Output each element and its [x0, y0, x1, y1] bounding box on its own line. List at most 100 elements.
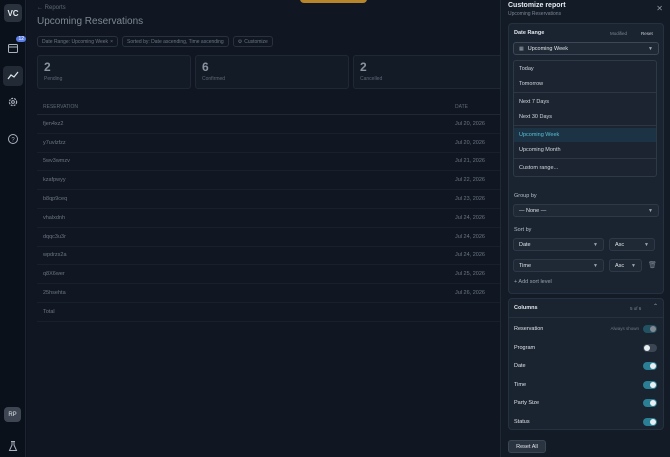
gear-icon — [8, 97, 18, 107]
column-toggle-switch[interactable] — [643, 380, 657, 389]
column-header-reservation[interactable]: Reservation — [37, 104, 455, 110]
customize-report-panel: Customize report Upcoming Reservations ✕… — [500, 0, 670, 457]
sort-field-select-1[interactable]: Date ▼ — [513, 238, 604, 251]
stats-row: 2 Pending 6 Confirmed 2 Cancelled — [37, 55, 507, 89]
table-row[interactable]: wpdrzs2a Jul 24, 2026 — [37, 247, 507, 266]
stat-value: 2 — [44, 60, 51, 74]
reset-all-button[interactable]: Reset All — [508, 440, 546, 453]
reservation-id-cell: dqqc3u3r — [43, 233, 66, 240]
customize-button[interactable]: ⚙ Customize — [232, 36, 273, 47]
select-value: Date — [519, 241, 531, 248]
stat-value: 6 — [202, 60, 209, 74]
close-icon[interactable]: ✕ — [656, 4, 663, 13]
sorted-by-chip[interactable]: Sorted by: Date ascending, Time ascendin… — [121, 36, 229, 47]
settings-nav-button[interactable] — [3, 92, 23, 112]
reservations-nav-button[interactable]: 12 — [3, 36, 26, 58]
reservation-id-cell: y7uvlzfzz — [43, 139, 66, 146]
table-row[interactable]: 25hsehta Jul 26, 2026 — [37, 284, 507, 303]
columns-count: 5 of 6 — [630, 306, 642, 311]
column-toggle-row: Reservation Always shown — [509, 320, 663, 338]
stat-label: Confirmed — [202, 76, 226, 82]
reports-nav-button[interactable] — [3, 66, 23, 86]
column-toggle-row: Time — [509, 376, 663, 394]
reservation-id-cell: b8qp9ceq — [43, 196, 68, 203]
reservation-id-cell: fjen4xz2 — [43, 120, 64, 127]
option-custom-range[interactable]: Custom range... — [514, 161, 656, 175]
stat-label: Cancelled — [360, 76, 383, 82]
table-header: Reservation Date — [37, 100, 507, 115]
chevron-down-icon: ▼ — [631, 263, 636, 269]
table-row[interactable]: fjen4xz2 Jul 20, 2026 — [37, 115, 507, 134]
help-nav-button[interactable]: ? — [3, 129, 23, 149]
reservation-id-cell: 25hsehta — [43, 290, 66, 297]
dropdown-divider — [514, 92, 656, 93]
group-by-select[interactable]: — None — ▼ — [513, 204, 659, 217]
sort-order-select-2[interactable]: Asc ▼ — [609, 259, 642, 272]
chevron-down-icon: ▼ — [648, 46, 653, 52]
table-row[interactable]: 5wv3wmzv Jul 21, 2026 — [37, 153, 507, 172]
total-label: Total — [43, 308, 55, 315]
date-range-chip[interactable]: Date Range: Upcoming Week × — [37, 36, 118, 47]
option-upcoming-week[interactable]: Upcoming Week — [514, 128, 656, 142]
date-range-select[interactable]: ▦ Upcoming Week ▼ — [513, 42, 659, 55]
reservation-id-cell: wpdrzs2a — [43, 252, 67, 259]
columns-box: Columns 5 of 6 ⌃ Reservation Always shown… — [508, 298, 664, 430]
add-sort-level-button[interactable]: + Add sort level — [514, 279, 552, 285]
left-rail: VC 12 ? RP — [0, 0, 26, 457]
table-row[interactable]: y7uvlzfzz Jul 20, 2026 — [37, 134, 507, 153]
column-name: Program — [514, 344, 536, 351]
date-range-reset-link[interactable]: Reset — [641, 31, 653, 36]
column-toggle-switch[interactable] — [643, 343, 657, 352]
dropdown-divider — [514, 125, 656, 126]
table-row[interactable]: vhalxdnh Jul 24, 2026 — [37, 209, 507, 228]
reservation-id-cell: vhalxdnh — [43, 214, 66, 221]
table-row[interactable]: q8X6wer Jul 25, 2026 — [37, 265, 507, 285]
calendar-icon: ▦ — [519, 45, 524, 52]
option-today[interactable]: Today — [514, 62, 656, 76]
chevron-down-icon: ▼ — [648, 208, 653, 214]
chevron-up-icon[interactable]: ⌃ — [653, 303, 658, 310]
select-value: Time — [519, 262, 532, 269]
date-range-title: Date Range — [514, 30, 545, 36]
column-toggle-row: Party Size — [509, 394, 663, 412]
option-next-30-days[interactable]: Next 30 Days — [514, 110, 656, 124]
flask-icon — [8, 441, 18, 451]
column-toggle-switch[interactable] — [643, 399, 657, 407]
chevron-down-icon: ▼ — [593, 263, 598, 269]
sort-order-select-1[interactable]: Asc ▼ — [609, 238, 655, 251]
theme-nav-button[interactable] — [3, 436, 23, 456]
dropdown-divider — [514, 158, 656, 159]
table-row[interactable]: b8qp9ceq Jul 23, 2026 — [37, 190, 507, 209]
option-next-7-days[interactable]: Next 7 Days — [514, 95, 656, 109]
app-root: VC 12 ? RP ← Reports Upcoming Reservatio… — [0, 0, 670, 457]
column-toggle-row: Date — [509, 357, 663, 375]
column-toggle-row: Status — [509, 413, 663, 431]
stat-value: 2 — [360, 60, 367, 74]
column-name: Party Size — [514, 400, 540, 406]
page-title: Upcoming Reservations — [37, 16, 144, 27]
chevron-down-icon: ▼ — [644, 242, 649, 248]
table-row[interactable]: dqqc3u3r Jul 24, 2026 — [37, 228, 507, 247]
user-avatar[interactable]: RP — [4, 407, 21, 422]
option-upcoming-month[interactable]: Upcoming Month — [514, 143, 656, 157]
chevron-down-icon: ▼ — [593, 242, 598, 248]
column-toggle-row: Program — [509, 339, 663, 357]
column-toggle-switch[interactable] — [643, 417, 657, 426]
column-name: Reservation — [514, 326, 544, 332]
trash-icon[interactable]: 🗑 — [648, 261, 657, 269]
option-tomorrow[interactable]: Tomorrow — [514, 77, 656, 91]
breadcrumb[interactable]: ← Reports — [37, 5, 66, 11]
group-by-label: Group by — [514, 193, 537, 199]
select-value: Asc — [615, 241, 625, 248]
chart-line-icon — [7, 71, 19, 80]
filter-row: Date Range: Upcoming Week × Sorted by: Da… — [37, 36, 273, 47]
column-toggle-switch[interactable] — [643, 362, 657, 370]
always-shown-label: Always shown — [610, 326, 639, 331]
calendar-icon — [8, 44, 18, 53]
sliders-icon: ⚙ — [237, 38, 243, 45]
stat-card-pending: 2 Pending — [37, 55, 191, 89]
chip-close-icon[interactable]: × — [110, 39, 113, 45]
table-row[interactable]: kzafpwyy Jul 22, 2026 — [37, 171, 507, 191]
sort-field-select-2[interactable]: Time ▼ — [513, 259, 604, 272]
app-logo[interactable]: VC — [4, 4, 22, 22]
